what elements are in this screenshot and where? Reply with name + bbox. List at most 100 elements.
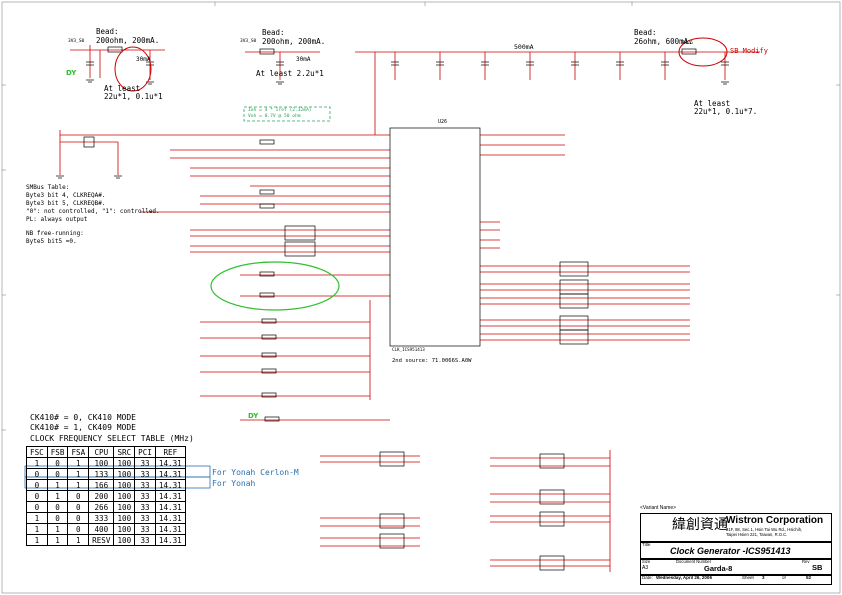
size-value: A3	[642, 565, 649, 571]
cell: 100	[113, 501, 136, 513]
cell: 14.31	[154, 490, 186, 502]
cell: 1	[46, 534, 69, 546]
cell: 0	[67, 512, 90, 524]
sheet-total: 52	[806, 575, 812, 580]
table-row: 1 1 0 400 100 33 14.31	[26, 523, 186, 535]
cell: 33	[134, 468, 156, 480]
cell: 1	[67, 534, 90, 546]
cell: RESV	[88, 534, 115, 546]
cell: 266	[88, 501, 115, 513]
mode-ck409: CK410# = 1, CK409 MODE	[30, 423, 136, 432]
cell: 1	[67, 468, 90, 480]
freq-table-title: CLOCK FREQUENCY SELECT TABLE (MHz)	[30, 434, 194, 443]
sheet-number: 3	[762, 575, 765, 580]
cell: 33	[134, 457, 156, 469]
table-row: 0 0 0 266 100 33 14.31	[26, 501, 186, 513]
smbus-line: Byte3 bit 4, CLKREQA#.	[26, 192, 106, 199]
cell: 1	[46, 479, 69, 491]
cell: 1	[26, 457, 48, 469]
col-header: FSA	[67, 446, 90, 458]
cell: 14.31	[154, 523, 186, 535]
cell: 200	[88, 490, 115, 502]
chip-part-number: CLK_ICS951413	[392, 347, 425, 352]
chip-refdes: U26	[438, 119, 448, 125]
company-chinese-name: 緯創資通	[672, 517, 728, 533]
col-header: REF	[154, 446, 186, 458]
cell: 166	[88, 479, 115, 491]
smbus-line: Byte3 bit 5, CLKREQB#.	[26, 200, 106, 207]
cell: 14.31	[154, 479, 186, 491]
sheet-label: Sheet	[742, 575, 754, 580]
cell: 1	[67, 479, 90, 491]
current-30ma-mid: 30mA	[296, 56, 311, 63]
cell: 400	[88, 523, 115, 535]
cell: 0	[67, 523, 90, 535]
cell: 100	[113, 468, 136, 480]
date-value: Wednesday, April 26, 2006	[656, 575, 712, 580]
cell: 14.31	[154, 457, 186, 469]
cell: 33	[134, 523, 156, 535]
cell: 333	[88, 512, 115, 524]
cell: 1	[67, 457, 90, 469]
table-row: 1 0 1 100 100 33 14.31	[26, 457, 186, 469]
col-header: FSC	[26, 446, 48, 458]
cell: 14.31	[154, 501, 186, 513]
dy-mark-top: DY	[66, 69, 77, 77]
cell: 0	[26, 479, 48, 491]
dy-mark-bottom: DY	[248, 412, 259, 420]
smbus-line: "0": not controlled, "1": controlled.	[26, 208, 160, 215]
note-yonah: For Yonah	[212, 479, 256, 488]
crystal-second-source: 2nd source: 71.0066S.A0W	[392, 358, 472, 364]
variant-label: <Variant Name>	[640, 505, 677, 511]
company-name: Wistron Corporation	[726, 515, 824, 526]
cell: 100	[113, 457, 136, 469]
cell: 14.31	[154, 534, 186, 546]
bead-left-line2: 200ohm, 200mA.	[96, 36, 160, 45]
size-label: Size	[642, 559, 651, 564]
of-label: of	[782, 575, 786, 580]
modify-note: SB Modify	[730, 47, 768, 55]
cell: 0	[46, 501, 69, 513]
cell: 14.31	[154, 468, 186, 480]
net-3v3-left: 3V3_S0	[68, 39, 85, 44]
sheet-title: Clock Generator -ICS951413	[670, 546, 791, 556]
col-header: FSB	[46, 446, 69, 458]
cell: 33	[134, 534, 156, 546]
cell: 0	[26, 490, 48, 502]
current-30ma-left: 30mA	[136, 56, 151, 63]
net-3v3-mid: 3V3_S0	[240, 39, 257, 44]
note-yonah-celeron: For Yonah Cerlon-M	[212, 468, 299, 477]
current-label: 500mA	[514, 43, 534, 51]
rev-label: Rev	[802, 559, 810, 564]
cell: 0	[26, 501, 48, 513]
cell: 33	[134, 490, 156, 502]
cell: 133	[88, 468, 115, 480]
cell: 0	[46, 457, 69, 469]
cell: 100	[113, 479, 136, 491]
cell: 1	[46, 490, 69, 502]
cell: 0	[46, 512, 69, 524]
mode-ck410: CK410# = 0, CK410 MODE	[30, 413, 136, 422]
bead-right-note2: 22u*1, 0.1u*7.	[694, 107, 758, 116]
schematic-page: { "beads": { "left": {"line1": "Bead:", …	[0, 0, 842, 595]
cell: 100	[113, 534, 136, 546]
formula-line1: Ioh = 4 * Iref (2.32mA)	[248, 108, 312, 113]
resistor-refdes: R126	[682, 41, 693, 46]
cell: 0	[26, 468, 48, 480]
col-header: CPU	[88, 446, 115, 458]
cell: 1	[26, 523, 48, 535]
frequency-select-table: FSC FSB FSA CPU SRC PCI REF 1 0 1 100 100 33 1…	[26, 446, 186, 546]
company-address-2: Taipei Hsien 221, Taiwan, R.O.C.	[726, 532, 788, 537]
nb-title: NB free-running:	[26, 230, 84, 237]
table-row: 1 1 1 RESV 100 33 14.31	[26, 534, 186, 546]
cell: 100	[88, 457, 115, 469]
cell: 33	[134, 501, 156, 513]
table-row: 0 1 0 200 100 33 14.31	[26, 490, 186, 502]
bead-mid-note: At least 2.2u*1	[256, 69, 324, 78]
cell: 100	[113, 512, 136, 524]
cell: 1	[26, 534, 48, 546]
bead-left-note2: 22u*1, 0.1u*1	[104, 92, 163, 101]
nb-line: Byte5 bit5 =0.	[26, 238, 77, 245]
formula-line2: Voh = 0.7V @ 50 ohm	[248, 114, 301, 119]
bead-mid-line1: Bead:	[262, 28, 285, 37]
